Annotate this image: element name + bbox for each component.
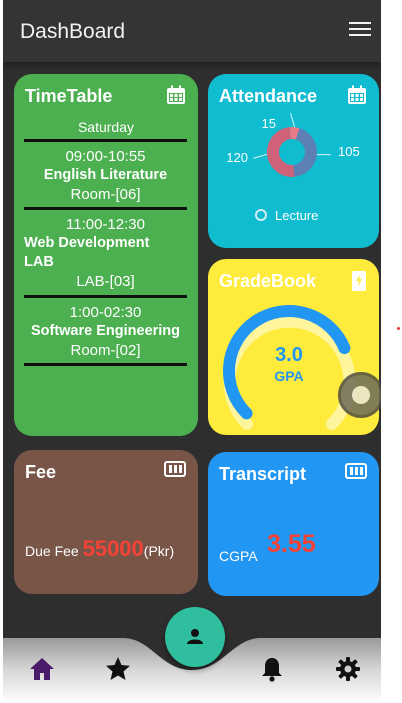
slot-time: 1:00-02:30: [69, 304, 142, 321]
ticket-icon: [164, 461, 186, 477]
fee-title: Fee: [25, 462, 57, 482]
divider: [24, 207, 187, 210]
attendance-title: Attendance: [219, 86, 318, 106]
fee-due-line: Due Fee 55000(Pkr): [25, 536, 174, 562]
app-bar: DashBoard: [3, 0, 381, 62]
indicator-dot: [397, 327, 400, 330]
phone-screen: DashBoard TimeTable Saturday 09:00-10:55…: [3, 0, 381, 703]
donut-slice: [267, 127, 295, 177]
slot-room: Room-[02]: [70, 342, 141, 359]
fee-label: Due Fee: [25, 543, 79, 559]
slot-subject: English Literature: [43, 167, 168, 183]
donut-data-label: 105: [338, 144, 360, 159]
cgpa-value: 3.55: [267, 530, 316, 558]
slot-subject-continued: LAB: [24, 254, 54, 270]
divider: [24, 295, 187, 298]
divider: [24, 363, 187, 366]
gpa-value: 3.0: [275, 344, 303, 366]
fee-amount: 55000: [82, 536, 144, 561]
slot-room: LAB-[03]: [76, 273, 135, 290]
star-icon[interactable]: [103, 654, 133, 684]
app-title: DashBoard: [20, 20, 126, 43]
transcript-card[interactable]: Transcript CGPA 3.55: [208, 452, 379, 596]
legend-marker-icon: [255, 209, 267, 221]
slot-room: Room-[06]: [70, 186, 141, 203]
person-icon: [187, 629, 203, 644]
attendance-card[interactable]: Attendance 105 120 15 Lecture: [208, 74, 379, 248]
gear-icon[interactable]: [333, 654, 363, 684]
slot-time: 11:00-12:30: [66, 216, 145, 233]
donut-data-label: 120: [226, 150, 248, 165]
hamburger-menu-icon[interactable]: [349, 22, 371, 40]
cgpa-label: CGPA: [219, 548, 258, 564]
slot-subject: Web Development: [24, 235, 150, 251]
home-icon[interactable]: [27, 654, 57, 684]
divider: [24, 139, 187, 142]
timetable-title: TimeTable: [25, 86, 113, 106]
profile-fab-button[interactable]: [165, 607, 225, 667]
slot-subject: Software Engineering: [30, 323, 181, 339]
fee-card[interactable]: Fee Due Fee 55000(Pkr): [14, 450, 198, 594]
attendance-legend: Lecture: [255, 208, 318, 223]
transcript-title: Transcript: [219, 464, 307, 484]
legend-label: Lecture: [275, 208, 319, 223]
fee-unit: (Pkr): [143, 543, 175, 559]
calendar-icon: [348, 85, 366, 104]
bell-icon[interactable]: [257, 654, 287, 684]
timetable-card[interactable]: TimeTable Saturday 09:00-10:55 English L…: [14, 74, 198, 436]
donut-label-connector: [290, 112, 296, 128]
calendar-icon: [167, 85, 185, 104]
donut-data-label: 15: [262, 116, 276, 131]
gpa-slider-handle[interactable]: [338, 372, 381, 418]
gpa-label: GPA: [274, 368, 303, 384]
slot-time: 09:00-10:55: [65, 148, 146, 165]
donut-label-connector: [252, 153, 268, 159]
ticket-icon: [345, 463, 367, 479]
timetable-day: Saturday: [77, 119, 135, 135]
